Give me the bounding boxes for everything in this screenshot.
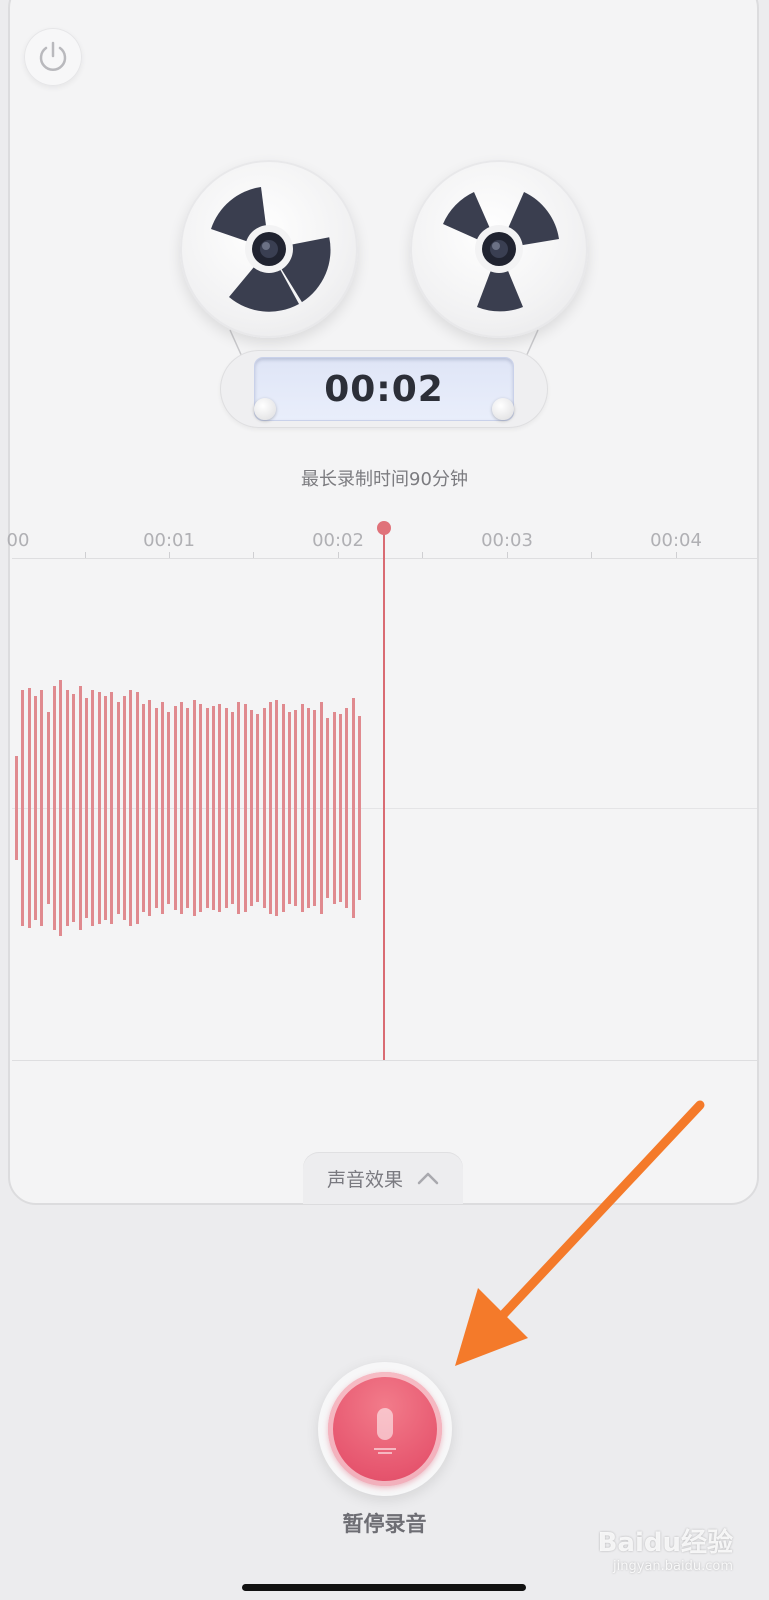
waveform-bar: [46, 712, 50, 904]
waveform-bar: [116, 702, 120, 914]
tick-label: 00:02: [312, 530, 364, 551]
waveform-bar: [129, 690, 133, 926]
waveform-bar: [332, 712, 336, 904]
waveform-bar: [307, 708, 311, 908]
waveform-bar: [351, 698, 355, 918]
waveform-bar: [110, 692, 114, 924]
tick-label: 00:01: [143, 530, 195, 551]
max-duration-note: 最长录制时间90分钟: [301, 469, 468, 490]
waveform-bar: [345, 708, 349, 908]
waveform-bar: [300, 704, 304, 912]
waveform-bar: [357, 716, 361, 900]
sound-effects-label: 声音效果: [326, 1168, 403, 1191]
playhead-handle[interactable]: [377, 521, 391, 535]
waveform-bar: [72, 694, 76, 922]
waveform-bar: [91, 690, 95, 926]
playhead[interactable]: [383, 530, 385, 1060]
watermark-text: Baidu经验: [597, 1528, 733, 1558]
waveform-bar: [154, 708, 158, 908]
waveform-bar: [53, 686, 57, 930]
waveform-bar: [40, 690, 44, 926]
waveform-bar: [313, 710, 317, 906]
waveform-bar: [65, 690, 69, 926]
pause-recording-button[interactable]: [328, 1372, 442, 1486]
chevron-up-icon: [417, 1172, 439, 1185]
waveform-bar: [122, 696, 126, 920]
left-knob: [254, 398, 276, 420]
waveform-bar: [326, 718, 330, 898]
waveform-bar: [269, 702, 272, 914]
elapsed-time: 00:02: [324, 368, 444, 410]
waveform-bar: [161, 702, 165, 914]
waveform-bar: [148, 700, 152, 916]
waveform-bar: [275, 700, 279, 916]
tick-mark: [169, 552, 170, 558]
waveform-bar: [173, 706, 177, 910]
waveform-bar: [192, 700, 196, 916]
waveform-bar: [180, 702, 184, 914]
waveform-bar: [27, 688, 31, 928]
waveform-bar: [34, 696, 38, 920]
waveform-bar: [186, 708, 190, 908]
tick-label: 00:04: [650, 530, 702, 551]
waveform-bar: [262, 708, 266, 908]
waveform-bar: [338, 714, 342, 902]
tick-mark: [338, 552, 339, 558]
waveform-bar: [281, 704, 285, 912]
waveform-bar: [97, 692, 101, 924]
tick-label: 00: [6, 530, 30, 551]
waveform-bar: [59, 680, 63, 936]
waveform-bottom-line: [12, 1060, 757, 1061]
waveform-bar: [211, 706, 215, 910]
tick-mark: [676, 552, 677, 558]
waveform-bar: [249, 710, 253, 906]
waveform-bar: [243, 704, 247, 912]
waveform-bar: [103, 696, 107, 920]
waveform-bar: [167, 712, 171, 904]
baidu-watermark: Baidu经验 jingyan.baidu.com: [598, 1522, 733, 1574]
tick-label: 00:03: [481, 530, 533, 551]
waveform-bar: [294, 710, 298, 906]
tick-mark: [591, 552, 592, 558]
waveform-bar: [78, 686, 82, 930]
waveform-bar: [15, 756, 18, 860]
waveform-bar: [199, 704, 203, 912]
tick-mark: [422, 552, 423, 558]
tick-mark: [85, 552, 86, 558]
power-icon: [39, 41, 67, 71]
home-indicator[interactable]: [242, 1584, 526, 1591]
power-button[interactable]: [24, 28, 82, 86]
right-tape-reel: [410, 160, 588, 338]
waveform-bar: [21, 690, 25, 926]
waveform-bar: [319, 702, 323, 914]
watermark-sub: jingyan.baidu.com: [613, 1559, 733, 1574]
tick-mark: [253, 552, 254, 558]
right-knob: [492, 398, 514, 420]
left-tape-reel: [180, 160, 358, 338]
microphone-icon: [374, 1408, 396, 1454]
waveform-bar: [205, 708, 209, 908]
waveform-bar: [230, 712, 234, 904]
waveform-bar: [84, 698, 88, 918]
waveform-bar: [237, 702, 241, 914]
waveform-bar: [288, 712, 292, 904]
tick-mark: [507, 552, 508, 558]
waveform-bar: [142, 704, 145, 912]
waveform-bar: [218, 704, 222, 912]
waveform-bar: [135, 692, 139, 924]
sound-effects-tab[interactable]: 声音效果: [303, 1152, 463, 1204]
waveform-bar: [224, 708, 228, 908]
waveform-bar: [256, 714, 260, 902]
timer-display: 00:02: [255, 358, 513, 420]
